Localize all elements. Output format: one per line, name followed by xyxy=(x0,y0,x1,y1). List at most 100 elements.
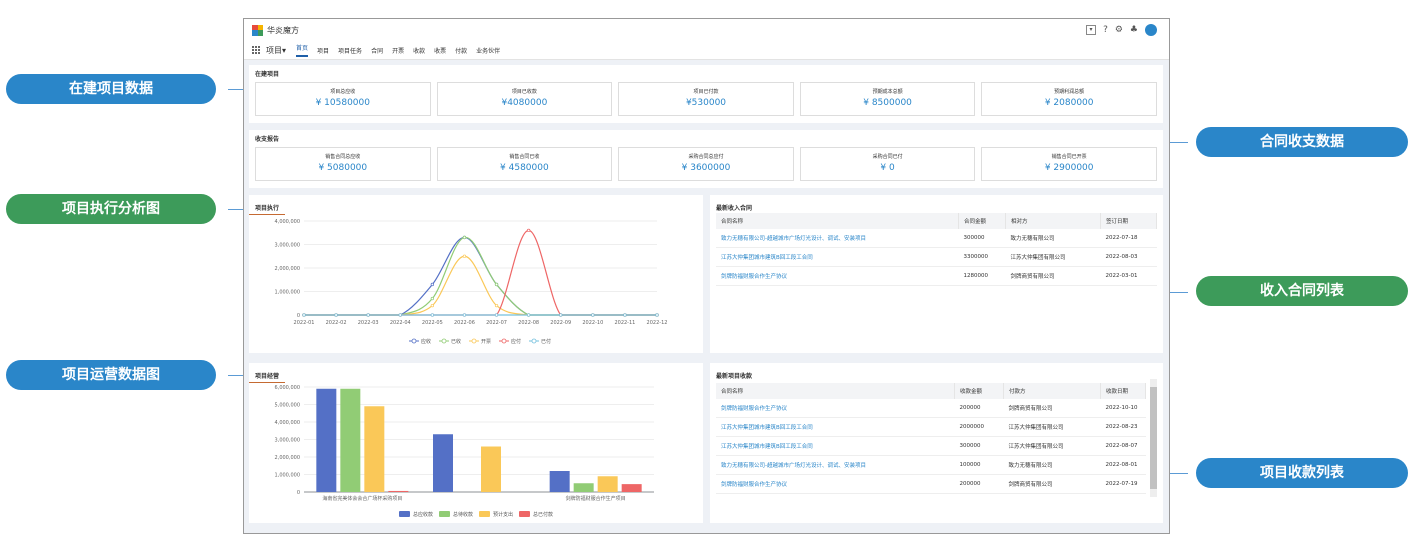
legend-swatch xyxy=(439,511,450,517)
legend-swatch-dot xyxy=(411,338,417,344)
series-line xyxy=(303,255,657,316)
tab-project[interactable]: 项目 xyxy=(317,46,329,55)
table-row[interactable]: 致力无穗有限公司-超越城市广场灯光设计、调试、安装项目 100000 致力无穗有… xyxy=(716,455,1146,475)
help-icon[interactable]: ? xyxy=(1103,25,1108,35)
table-cell: 江苏大仲集团有限公司 xyxy=(1005,247,1101,267)
stat-card[interactable]: 采购合同已付 ¥ 0 xyxy=(799,147,976,181)
collections-table: 合同名称 收款金额 付款方 收款日期 剑牌防福财服合作生产协议 200000 剑… xyxy=(716,383,1146,494)
table-row[interactable]: 江苏大仲集团城市建筑B回工段工合同 3300000 江苏大仲集团有限公司 202… xyxy=(716,247,1157,267)
x-tick-label: 2022-11 xyxy=(614,320,635,326)
tab-receipt[interactable]: 收款 xyxy=(413,46,425,55)
table-row[interactable]: 江苏大仲集团城市建筑B回工段工合同 2000000 江苏大仲集团有限公司 202… xyxy=(716,417,1146,437)
contract-name-link[interactable]: 致力无穗有限公司-超越城市广场灯光设计、调试、安装项目 xyxy=(716,229,959,248)
tab-received-invoice[interactable]: 收票 xyxy=(434,46,446,55)
contract-name-link[interactable]: 江苏大仲集团城市建筑B回工段工合同 xyxy=(716,417,955,437)
stat-label: 采购合同已付 xyxy=(872,154,903,160)
table-row[interactable]: 剑牌防福财服合作生产协议 1280000 剑牌商贸有限公司 2022-03-01 xyxy=(716,266,1157,286)
building-projects-section: 在建项目 项目总应收 ¥ 10580000 项目已收款 ¥4080000 项目已付款… xyxy=(249,65,1163,123)
box-arrow-icon[interactable]: ▾ xyxy=(1086,25,1097,35)
legend-swatch xyxy=(399,511,410,517)
gear-icon[interactable]: ⚙ xyxy=(1115,25,1123,35)
bar xyxy=(573,483,594,492)
contract-name-link[interactable]: 江苏大仲集团城市建筑B回工段工合同 xyxy=(716,247,959,267)
app-logo-icon xyxy=(252,24,263,36)
table-row[interactable]: 剑牌防福财服合作生产协议 200000 剑牌商贸有限公司 2022-07-19 xyxy=(716,474,1146,494)
table-cell: 2022-07-18 xyxy=(1100,229,1157,248)
contract-name-link[interactable]: 剑牌防福财服合作生产协议 xyxy=(716,399,955,418)
bar xyxy=(340,388,361,492)
table-cell: 2000000 xyxy=(954,417,1004,437)
contract-name-link[interactable]: 剑牌防福财服合作生产协议 xyxy=(716,474,955,494)
top-bar: 华炎魔方 ▾ ? ⚙ ♣ xyxy=(244,19,1169,41)
table-cell: 1280000 xyxy=(958,266,1006,286)
tab-project-task[interactable]: 项目任务 xyxy=(338,46,362,55)
bell-icon[interactable]: ♣ xyxy=(1130,25,1138,35)
tab-payment[interactable]: 付款 xyxy=(455,46,467,55)
income-contracts-table: 合同名称 合同金额 相对方 签订日期 致力无穗有限公司-超越城市广场灯光设计、调… xyxy=(716,213,1157,286)
stat-card[interactable]: 采购合同总应付 ¥ 3600000 xyxy=(618,147,794,181)
column-header[interactable]: 相对方 xyxy=(1005,213,1101,229)
scrollbar-thumb[interactable] xyxy=(1150,387,1157,489)
table-cell: 100000 xyxy=(954,455,1004,475)
stat-value: ¥530000 xyxy=(685,98,727,108)
scrollbar[interactable] xyxy=(1150,379,1157,497)
column-header[interactable]: 付款方 xyxy=(1003,383,1101,399)
data-point xyxy=(430,296,435,301)
data-point xyxy=(655,313,659,317)
user-avatar-icon[interactable] xyxy=(1145,24,1157,36)
table-cell: 2022-08-07 xyxy=(1100,436,1146,456)
tab-invoice[interactable]: 开票 xyxy=(392,46,404,55)
bar xyxy=(549,471,570,492)
stat-card[interactable]: 销售合同已开票 ¥ 2900000 xyxy=(981,147,1157,181)
stat-card[interactable]: 项目总应收 ¥ 10580000 xyxy=(255,82,431,116)
section-title: 收支报告 xyxy=(255,136,280,143)
tab-home[interactable]: 首页 xyxy=(296,43,309,57)
app-window: 华炎魔方 ▾ ? ⚙ ♣ 项目▾ 首页 项目 项目任务 合同 开票 收款 收票 … xyxy=(243,18,1170,534)
income-contracts-panel: 最新收入合同 合同名称 合同金额 相对方 签订日期 致力无穗有限公司-超越城市广… xyxy=(710,195,1163,353)
app-grid-icon[interactable] xyxy=(252,45,261,55)
data-point xyxy=(494,313,499,317)
x-tick-label: 2022-05 xyxy=(422,320,443,326)
app-switcher-label: 项目 xyxy=(266,45,282,55)
table-row[interactable]: 江苏大仲集团城市建筑B回工段工合同 300000 江苏大仲集团有限公司 2022… xyxy=(716,436,1146,456)
contract-name-link[interactable]: 剑牌防福财服合作生产协议 xyxy=(716,266,959,286)
app-switcher[interactable]: 项目▾ xyxy=(266,45,286,56)
operation-chart-panel: 项目经营 0 1,000,000 2,000,000 3,000,000 4,000,0… xyxy=(249,363,703,523)
data-point xyxy=(366,313,370,317)
data-point xyxy=(302,313,306,317)
legend-swatch-dot xyxy=(441,338,447,344)
x-tick-label: 2022-09 xyxy=(550,320,571,326)
x-tick-label: 2022-04 xyxy=(390,320,411,326)
data-point xyxy=(591,313,595,317)
column-header[interactable]: 签订日期 xyxy=(1100,213,1157,229)
column-header[interactable]: 合同名称 xyxy=(716,213,959,229)
column-header[interactable]: 合同金额 xyxy=(958,213,1006,229)
y-tick-label: 1,000,000 xyxy=(275,473,300,479)
table-cell: 致力无穗有限公司 xyxy=(1003,455,1101,475)
tab-contract[interactable]: 合同 xyxy=(371,46,383,55)
stat-card[interactable]: 项目已付款 ¥530000 xyxy=(618,82,794,116)
column-header[interactable]: 收款金额 xyxy=(954,383,1004,399)
stat-label: 预期利润总额 xyxy=(1054,89,1085,95)
legend-label: 总应收款 xyxy=(413,511,433,518)
contract-name-link[interactable]: 致力无穗有限公司-超越城市广场灯光设计、调试、安装项目 xyxy=(716,455,955,475)
stat-label: 采购合同总应付 xyxy=(688,154,724,160)
stat-card[interactable]: 预期成本总额 ¥ 8500000 xyxy=(799,82,976,116)
stat-label: 预期成本总额 xyxy=(872,89,903,95)
stat-card[interactable]: 预期利润总额 ¥ 2080000 xyxy=(981,82,1157,116)
stat-value: ¥ 8500000 xyxy=(863,98,912,108)
x-tick-label: 2022-07 xyxy=(486,320,507,326)
stat-card[interactable]: 项目已收款 ¥4080000 xyxy=(436,82,613,116)
column-header[interactable]: 收款日期 xyxy=(1100,383,1146,399)
tab-partners[interactable]: 业务伙伴 xyxy=(476,46,500,55)
panel-title: 最新项目收款 xyxy=(716,373,753,380)
column-header[interactable]: 合同名称 xyxy=(716,383,955,399)
stat-card[interactable]: 销售合同总应收 ¥ 5080000 xyxy=(255,147,431,181)
bar xyxy=(316,388,337,492)
stat-card[interactable]: 销售合同已收 ¥ 4580000 xyxy=(436,147,613,181)
table-cell: 江苏大仲集团有限公司 xyxy=(1003,417,1101,437)
contract-name-link[interactable]: 江苏大仲集团城市建筑B回工段工合同 xyxy=(716,436,955,456)
table-row[interactable]: 致力无穗有限公司-超越城市广场灯光设计、调试、安装项目 300000 致力无穗有… xyxy=(716,229,1157,248)
chevron-down-icon: ▾ xyxy=(282,45,287,55)
table-row[interactable]: 剑牌防福财服合作生产协议 200000 剑牌商贸有限公司 2022-10-10 xyxy=(716,399,1146,418)
